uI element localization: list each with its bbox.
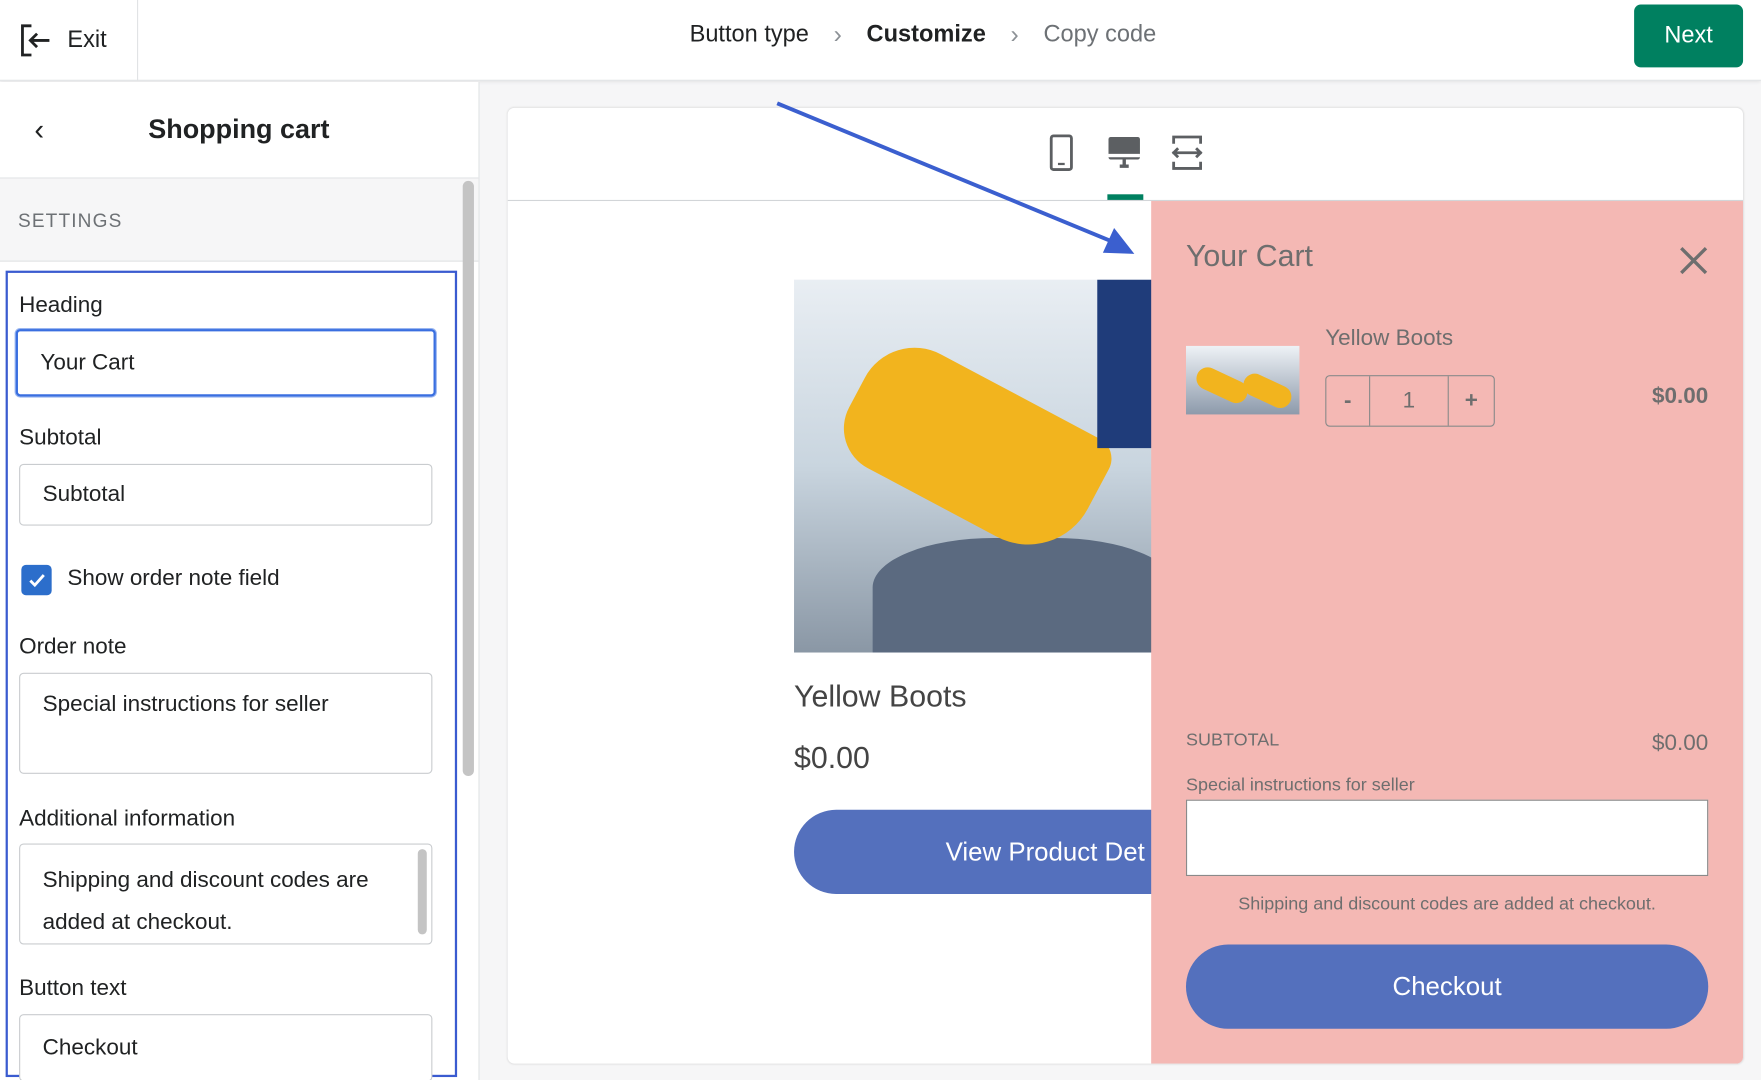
heading-label: Heading xyxy=(19,293,103,318)
preview-panel: Yellow Boots $0.00 View Product Det Your… xyxy=(507,107,1744,1064)
additional-info-textarea[interactable]: Shipping and discount codes are added at… xyxy=(19,843,433,945)
button-text-input[interactable]: Checkout xyxy=(19,1014,433,1080)
order-note-input[interactable]: Special instructions for seller xyxy=(19,672,433,774)
close-icon[interactable] xyxy=(1679,246,1708,275)
exit-button[interactable]: Exit xyxy=(0,0,139,81)
selected-device-indicator xyxy=(1107,194,1144,200)
cart-drawer: Your Cart Yellow Boots - 1 + $0.00 SUBTO… xyxy=(1151,201,1744,1064)
subtotal-label: SUBTOTAL xyxy=(1185,731,1280,751)
exit-label: Exit xyxy=(67,26,107,53)
cart-item-thumbnail xyxy=(1185,345,1300,415)
order-note-textarea[interactable] xyxy=(1185,799,1709,877)
desktop-icon[interactable] xyxy=(1105,133,1143,173)
product-image xyxy=(794,279,1165,653)
breadcrumb: Button type › Customize › Copy code xyxy=(690,20,1157,49)
show-order-note-label: Show order note field xyxy=(67,566,280,591)
additional-info-text: Shipping and discount codes are added at… xyxy=(42,868,369,935)
order-note-label: Special instructions for seller xyxy=(1185,776,1415,796)
additional-info-label: Additional information xyxy=(19,806,236,832)
quantity-increment-button[interactable]: + xyxy=(1449,376,1494,425)
checkout-button[interactable]: Checkout xyxy=(1185,944,1709,1029)
settings-form: Heading Your Cart Subtotal Subtotal Show… xyxy=(5,270,458,1080)
settings-section-header: SETTINGS xyxy=(0,178,479,262)
checkmark-icon xyxy=(28,573,45,587)
step-copy-code[interactable]: Copy code xyxy=(1043,21,1156,48)
mobile-icon[interactable] xyxy=(1042,133,1080,173)
step-customize[interactable]: Customize xyxy=(867,21,986,48)
sidebar-title: Shopping cart xyxy=(148,113,330,145)
exit-icon xyxy=(21,24,50,57)
cart-item-price: $0.00 xyxy=(1652,384,1709,409)
quantity-input[interactable]: 1 xyxy=(1370,376,1449,426)
sidebar-scrollbar[interactable] xyxy=(462,180,474,777)
subtotal-input[interactable]: Subtotal xyxy=(19,463,433,526)
textarea-scrollbar[interactable] xyxy=(417,849,427,935)
chevron-right-icon: › xyxy=(833,20,842,49)
settings-sidebar: ‹ Shopping cart SETTINGS Heading Your Ca… xyxy=(0,81,480,1080)
next-button[interactable]: Next xyxy=(1634,4,1744,68)
quantity-stepper: - 1 + xyxy=(1325,375,1495,427)
cart-heading: Your Cart xyxy=(1185,239,1313,273)
chevron-right-icon: › xyxy=(1010,20,1019,49)
heading-input[interactable]: Your Cart xyxy=(15,329,436,397)
cart-item-title: Yellow Boots xyxy=(1325,325,1454,351)
order-note-label: Order note xyxy=(19,634,127,660)
button-text-label: Button text xyxy=(19,975,127,1001)
show-order-note-checkbox[interactable] xyxy=(21,564,52,596)
step-button-type[interactable]: Button type xyxy=(690,21,809,48)
subtotal-value: $0.00 xyxy=(1652,731,1709,756)
device-toggle-bar xyxy=(507,108,1744,202)
cart-info-text: Shipping and discount codes are added at… xyxy=(1238,895,1656,915)
quantity-decrement-button[interactable]: - xyxy=(1326,376,1371,426)
top-bar: Exit Button type › Customize › Copy code… xyxy=(0,0,1761,81)
fullwidth-icon[interactable] xyxy=(1168,133,1206,173)
back-chevron-icon[interactable]: ‹ xyxy=(0,112,79,147)
subtotal-label: Subtotal xyxy=(19,425,102,451)
